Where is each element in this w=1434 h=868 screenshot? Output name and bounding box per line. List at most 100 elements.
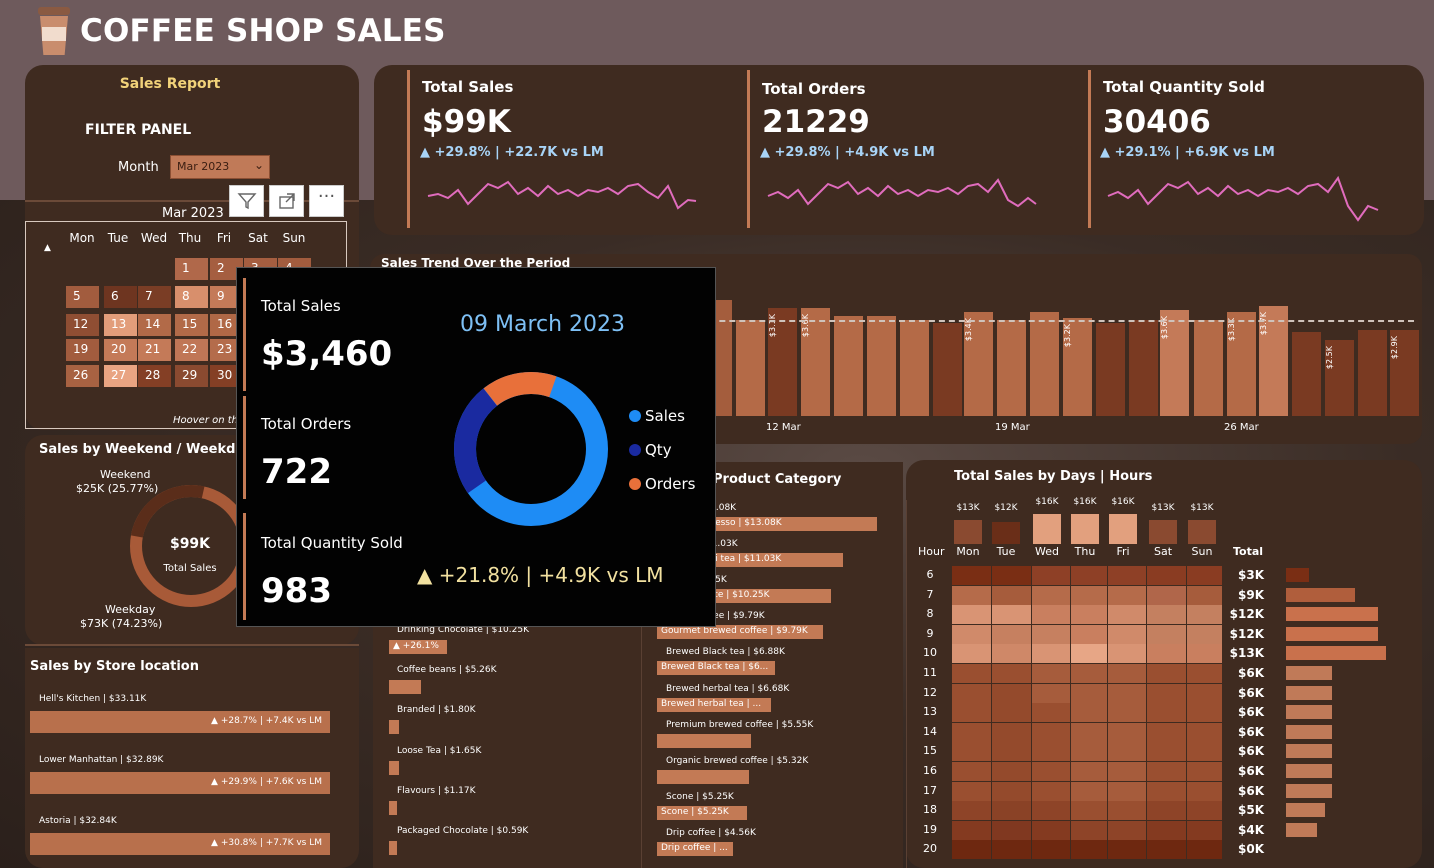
store-bar[interactable]: ▲ +28.7% | +7.4K vs LM xyxy=(30,711,330,733)
store-bar[interactable]: ▲ +30.8% | +7.7K vs LM xyxy=(30,833,330,855)
heatmap-cell[interactable] xyxy=(1032,722,1070,742)
heatmap-cell[interactable] xyxy=(1187,585,1222,605)
heatmap-cell[interactable] xyxy=(952,624,991,644)
heatmap-cell[interactable] xyxy=(1071,566,1107,585)
heatmap-cell[interactable] xyxy=(992,566,1031,585)
heatmap-cell[interactable] xyxy=(1071,742,1107,762)
store-bar[interactable]: ▲ +29.9% | +7.6K vs LM xyxy=(30,772,330,794)
calendar-day[interactable]: 1 xyxy=(175,258,208,280)
calendar-day[interactable]: 7 xyxy=(138,286,171,308)
heatmap-cell[interactable] xyxy=(1147,624,1186,644)
trend-bar[interactable] xyxy=(867,316,896,416)
heatmap-cell[interactable] xyxy=(1108,624,1146,644)
heatmap-cell[interactable] xyxy=(992,664,1031,683)
heatmap-cell[interactable] xyxy=(1071,605,1107,625)
heatmap-cell[interactable] xyxy=(1147,683,1186,703)
hour-total-bar[interactable] xyxy=(1286,744,1332,759)
heatmap-cell[interactable] xyxy=(992,585,1031,605)
trend-bar[interactable]: $3.7K xyxy=(1259,306,1288,416)
heatmap-cell[interactable] xyxy=(1071,840,1107,860)
trend-bar[interactable]: $2.5K xyxy=(1325,340,1354,416)
heatmap-cell[interactable] xyxy=(952,722,991,742)
heatmap-cell[interactable] xyxy=(952,644,991,664)
hour-total-bar[interactable] xyxy=(1286,822,1317,837)
heatmap-cell[interactable] xyxy=(1187,644,1222,664)
category-bar[interactable] xyxy=(657,734,751,748)
heatmap-cell[interactable] xyxy=(1032,820,1070,840)
hour-total-bar[interactable] xyxy=(1286,587,1355,602)
heatmap-cell[interactable] xyxy=(1032,624,1070,644)
heatmap-cell[interactable] xyxy=(1108,566,1146,585)
heatmap-cell[interactable] xyxy=(952,664,991,683)
category-bar[interactable] xyxy=(389,841,397,855)
sort-ascending-icon[interactable]: ▲ xyxy=(44,243,51,253)
heatmap-cell[interactable] xyxy=(1147,742,1186,762)
heatmap-cell[interactable] xyxy=(992,762,1031,781)
heatmap-cell[interactable] xyxy=(1032,585,1070,605)
calendar-day[interactable]: 29 xyxy=(175,365,208,387)
heatmap-cell[interactable] xyxy=(1071,722,1107,742)
heatmap-cell[interactable] xyxy=(1187,683,1222,703)
category-bar[interactable]: Gourmet brewed coffee | $9.79K xyxy=(657,625,823,639)
heatmap-cell[interactable] xyxy=(1147,566,1186,585)
heatmap-cell[interactable] xyxy=(1108,762,1146,781)
heatmap-cell[interactable] xyxy=(1032,644,1070,664)
heatmap-cell[interactable] xyxy=(1032,840,1070,860)
heatmap-cell[interactable] xyxy=(952,742,991,762)
heatmap-cell[interactable] xyxy=(1187,781,1222,801)
heatmap-cell[interactable] xyxy=(952,683,991,703)
heatmap-cell[interactable] xyxy=(1187,801,1222,821)
heatmap-cell[interactable] xyxy=(1108,781,1146,801)
heatmap-cell[interactable] xyxy=(1032,762,1070,781)
hour-total-bar[interactable] xyxy=(1286,783,1332,798)
heatmap-cell[interactable] xyxy=(952,566,991,585)
hour-total-bar[interactable] xyxy=(1286,568,1309,582)
heatmap-cell[interactable] xyxy=(1187,840,1222,860)
day-total-bar[interactable] xyxy=(992,522,1020,544)
category-bar[interactable]: ▲ +26.1% xyxy=(389,640,447,654)
heatmap-cell[interactable] xyxy=(992,624,1031,644)
category-bar[interactable]: Drip coffee | ... xyxy=(657,842,733,856)
day-total-bar[interactable] xyxy=(1109,514,1137,544)
heatmap-cell[interactable] xyxy=(1147,820,1186,840)
heatmap-cell[interactable] xyxy=(992,683,1031,703)
heatmap-cell[interactable] xyxy=(1108,683,1146,703)
hour-total-bar[interactable] xyxy=(1286,646,1386,661)
heatmap-cell[interactable] xyxy=(1071,683,1107,703)
category-bar[interactable]: Brewed Black tea | $6... xyxy=(657,661,775,675)
calendar-day[interactable]: 12 xyxy=(66,314,99,336)
heatmap-cell[interactable] xyxy=(1032,742,1070,762)
heatmap-cell[interactable] xyxy=(1187,703,1222,723)
heatmap-cell[interactable] xyxy=(1071,624,1107,644)
day-total-bar[interactable] xyxy=(1033,514,1061,544)
hour-total-bar[interactable] xyxy=(1286,666,1332,680)
heatmap-cell[interactable] xyxy=(1071,703,1107,723)
heatmap-cell[interactable] xyxy=(1071,820,1107,840)
heatmap-cell[interactable] xyxy=(952,801,991,821)
heatmap-cell[interactable] xyxy=(1187,762,1222,781)
heatmap-cell[interactable] xyxy=(1071,781,1107,801)
heatmap-cell[interactable] xyxy=(952,781,991,801)
heatmap-cell[interactable] xyxy=(1032,801,1070,821)
category-bar[interactable] xyxy=(389,801,397,815)
trend-bar[interactable] xyxy=(900,320,929,416)
heatmap-cell[interactable] xyxy=(992,644,1031,664)
trend-bar[interactable] xyxy=(736,320,765,416)
heatmap-cell[interactable] xyxy=(992,840,1031,860)
heatmap-cell[interactable] xyxy=(952,820,991,840)
heatmap-cell[interactable] xyxy=(1032,703,1070,723)
hour-total-bar[interactable] xyxy=(1286,724,1332,739)
category-bar[interactable] xyxy=(389,680,421,694)
trend-bar[interactable]: $3.2K xyxy=(1063,318,1092,416)
heatmap-cell[interactable] xyxy=(1147,840,1186,860)
heatmap-cell[interactable] xyxy=(1108,703,1146,723)
heatmap-cell[interactable] xyxy=(1147,762,1186,781)
calendar-day[interactable]: 22 xyxy=(175,339,208,361)
trend-bar[interactable]: $3.6K xyxy=(1160,310,1189,416)
trend-bar[interactable] xyxy=(1030,312,1059,416)
trend-bar[interactable] xyxy=(834,316,863,416)
heatmap-cell[interactable] xyxy=(952,840,991,860)
heatmap-cell[interactable] xyxy=(992,781,1031,801)
heatmap-cell[interactable] xyxy=(1108,820,1146,840)
heatmap-cell[interactable] xyxy=(992,703,1031,723)
